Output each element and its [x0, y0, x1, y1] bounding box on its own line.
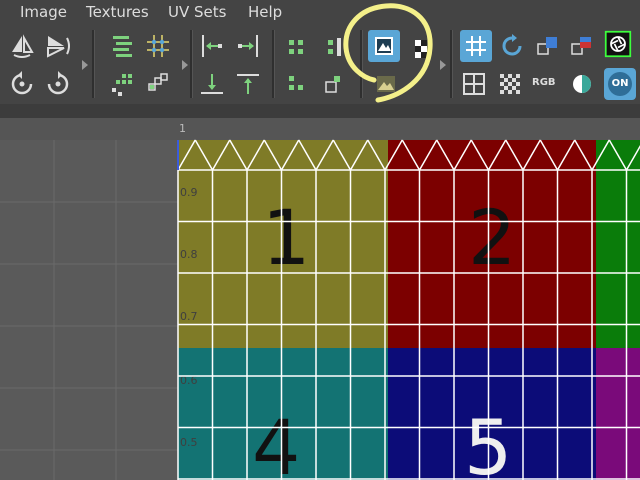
expand-arrow-icon[interactable]: [82, 60, 88, 70]
uv-pole-edge: [177, 139, 196, 171]
snap-together-icon[interactable]: [284, 32, 312, 60]
uv-pole-edge: [280, 139, 300, 171]
show-grid-toggle-button[interactable]: [460, 30, 492, 62]
on-label: ON: [608, 72, 632, 96]
alpha-channel-icon[interactable]: [568, 70, 596, 98]
grid-uv-icon[interactable]: [144, 32, 172, 60]
menu-uv-sets[interactable]: UV Sets: [168, 3, 226, 21]
menu-textures[interactable]: Textures: [86, 3, 149, 21]
dim-image-icon[interactable]: [372, 70, 400, 98]
layout-uvs-icon[interactable]: [284, 70, 312, 98]
uv-pole-edge: [505, 139, 524, 171]
uv-pole-edge: [453, 139, 472, 171]
randomize-icon[interactable]: [144, 70, 172, 98]
uv-pole-edge: [539, 139, 559, 171]
toolbar-divider: [450, 30, 453, 98]
shaded-uvs-icon[interactable]: [534, 32, 562, 60]
uv-editor-toolbar: RGB ON: [0, 24, 640, 104]
uv-pole-edge: [211, 139, 231, 171]
rgb-channels-button[interactable]: RGB: [530, 70, 562, 98]
panel-separator: [0, 104, 640, 118]
align-bottom-icon[interactable]: [198, 70, 226, 98]
toolbar-divider: [190, 30, 193, 98]
expand-arrow-icon[interactable]: [440, 60, 446, 70]
uv-pole-edge: [556, 139, 576, 171]
checker-pattern-icon[interactable]: [408, 34, 427, 62]
normalize-icon[interactable]: [318, 70, 346, 98]
image-filter-toggle-button[interactable]: ON: [604, 68, 636, 100]
uv-mesh-wireframe[interactable]: [0, 118, 640, 480]
uv-pole-edge: [332, 139, 352, 171]
uv-pole-edge: [315, 139, 334, 171]
toolbar-divider: [272, 30, 275, 98]
align-right-icon[interactable]: [234, 32, 262, 60]
uv-pole-edge: [384, 139, 403, 171]
checker-tiles-icon[interactable]: [496, 70, 524, 98]
isolate-select-icon[interactable]: [604, 30, 636, 62]
uv-pole-edge: [591, 139, 610, 171]
uv-pole-edge: [436, 139, 455, 171]
uv-pole-edge: [487, 139, 507, 171]
uv-viewport[interactable]: 1 1 2 4 5 0.9 0.8 0.7 0.6 0.5: [0, 118, 640, 480]
rotate-cw-icon[interactable]: [44, 70, 72, 98]
uv-pole-edge: [263, 139, 283, 171]
uv-pole-edge: [401, 139, 421, 171]
stack-shells-icon[interactable]: [108, 32, 136, 60]
uv-pole-edge: [298, 139, 317, 171]
pixel-snap-icon[interactable]: [498, 32, 526, 60]
uv-pole-edge: [349, 139, 369, 171]
align-top-icon[interactable]: [234, 70, 262, 98]
uv-pole-edge: [418, 139, 438, 171]
uv-pole-edge: [608, 139, 628, 171]
flip-u-icon[interactable]: [8, 32, 36, 60]
align-left-icon[interactable]: [198, 32, 226, 60]
distribute-icon[interactable]: [108, 70, 136, 98]
uv-pole-edge: [574, 139, 593, 171]
uv-pole-edge: [367, 139, 386, 171]
menu-image[interactable]: Image: [20, 3, 67, 21]
uv-pole-edge: [470, 139, 490, 171]
uv-distortion-icon[interactable]: [460, 70, 488, 98]
uv-pole-edge: [522, 139, 541, 171]
toolbar-divider: [360, 30, 363, 98]
texture-borders-icon[interactable]: [568, 32, 596, 60]
menu-bar: Image Textures UV Sets Help: [0, 0, 640, 24]
rotate-ccw-icon[interactable]: [8, 70, 36, 98]
flip-v-icon[interactable]: [44, 32, 72, 60]
menu-help[interactable]: Help: [248, 3, 282, 21]
move-shell-icon[interactable]: [318, 32, 346, 60]
display-image-toggle-button[interactable]: [368, 30, 400, 62]
rgb-label: RGB: [532, 77, 556, 88]
toolbar-divider: [92, 30, 95, 98]
expand-arrow-icon[interactable]: [182, 60, 188, 70]
uv-pole-edge: [229, 139, 248, 171]
uv-pole-edge: [625, 145, 640, 171]
uv-pole-edge: [194, 139, 214, 171]
uv-pole-edge: [246, 139, 265, 171]
